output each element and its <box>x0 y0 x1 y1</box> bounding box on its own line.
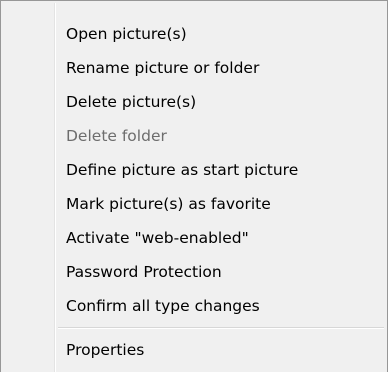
menu-item-mark-favorite[interactable]: Mark picture(s) as favorite <box>1 187 387 221</box>
menu-item-rename-picture-or-folder[interactable]: Rename picture or folder <box>1 51 387 85</box>
menu-item-label: Delete folder <box>66 127 167 145</box>
menu-item-open-pictures[interactable]: Open picture(s) <box>1 17 387 51</box>
menu-item-properties[interactable]: Properties <box>1 333 387 367</box>
menu-item-label: Delete picture(s) <box>66 93 197 111</box>
menu-item-label: Activate "web-enabled" <box>66 229 249 247</box>
menu-item-label: Confirm all type changes <box>66 297 260 315</box>
menu-separator <box>1 323 387 333</box>
menu-item-password-protection[interactable]: Password Protection <box>1 255 387 289</box>
menu-item-label: Open picture(s) <box>66 25 187 43</box>
menu-item-delete-folder: Delete folder <box>1 119 387 153</box>
menu-item-label: Mark picture(s) as favorite <box>66 195 271 213</box>
menu-item-activate-web-enabled[interactable]: Activate "web-enabled" <box>1 221 387 255</box>
menu-item-confirm-all-type-changes[interactable]: Confirm all type changes <box>1 289 387 323</box>
menu-items: Open picture(s) Rename picture or folder… <box>1 17 387 367</box>
menu-item-label: Password Protection <box>66 263 222 281</box>
menu-item-define-start-picture[interactable]: Define picture as start picture <box>1 153 387 187</box>
menu-item-label: Define picture as start picture <box>66 161 299 179</box>
context-menu: Open picture(s) Rename picture or folder… <box>0 0 388 372</box>
menu-item-label: Rename picture or folder <box>66 59 260 77</box>
menu-item-delete-pictures[interactable]: Delete picture(s) <box>1 85 387 119</box>
menu-item-label: Properties <box>66 341 145 359</box>
